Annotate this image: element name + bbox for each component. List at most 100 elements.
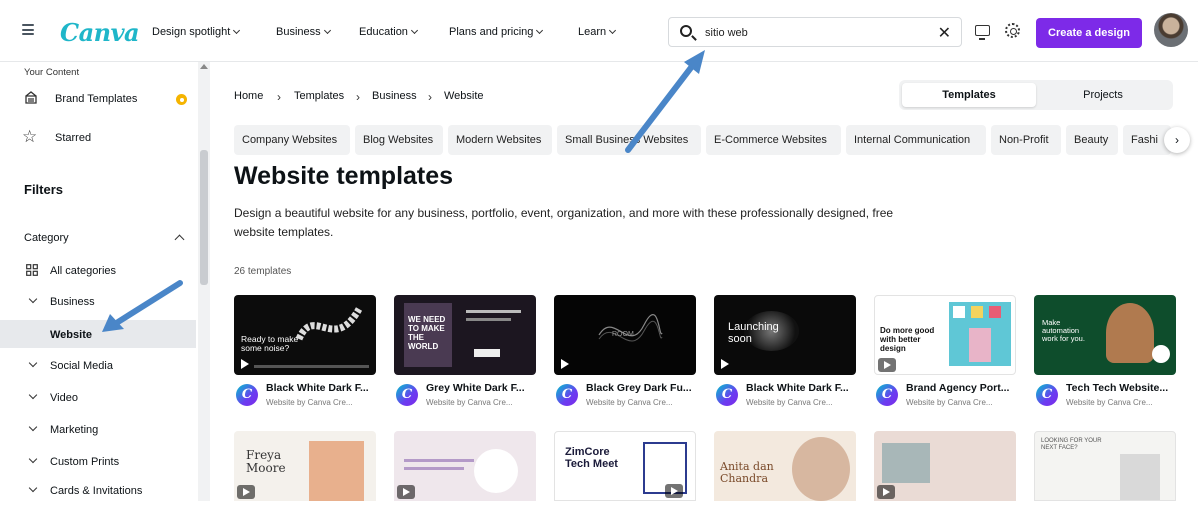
chip-non-profit[interactable]: Non-Profit: [991, 125, 1061, 155]
thumb-photo: [309, 441, 364, 501]
search-input[interactable]: [705, 24, 925, 42]
create-design-button[interactable]: Create a design: [1036, 18, 1142, 48]
card-subtitle-1[interactable]: Website by Canva Cre...: [266, 398, 353, 407]
video-label: Video: [50, 392, 78, 404]
chevron-down-icon: [28, 454, 38, 464]
sidebar-item-marketing[interactable]: Marketing: [0, 416, 196, 444]
chevron-up-icon: [174, 234, 185, 245]
card-title-4[interactable]: Black White Dark F...: [746, 382, 849, 394]
template-thumbnail-3[interactable]: ROOM: [554, 295, 696, 375]
monitor-icon[interactable]: [975, 25, 990, 40]
scroll-up-icon[interactable]: [200, 64, 208, 69]
card-subtitle-3[interactable]: Website by Canva Cre...: [586, 398, 673, 407]
thumb-circle: [474, 449, 518, 493]
play-icon[interactable]: [397, 485, 415, 499]
template-thumbnail-2[interactable]: WE NEED TO MAKE THE WORLD: [394, 295, 536, 375]
chevron-right-icon[interactable]: ›: [1164, 127, 1190, 153]
card-subtitle-2[interactable]: Website by Canva Cre...: [426, 398, 513, 407]
sidebar-item-brand-templates[interactable]: Brand Templates: [0, 86, 196, 114]
template-thumbnail-12[interactable]: LOOKING FOR YOUR NEXT FACE?: [1034, 431, 1176, 501]
card-subtitle-5[interactable]: Website by Canva Cre...: [906, 398, 993, 407]
template-thumbnail-10[interactable]: Anita dan Chandra: [714, 431, 856, 501]
chevron-down-icon: [28, 294, 38, 304]
sidebar-item-all-categories[interactable]: All categories: [0, 257, 196, 285]
nav-education[interactable]: Education: [359, 26, 418, 38]
nav-plans-and-pricing[interactable]: Plans and pricing: [449, 26, 544, 38]
brand-templates-icon: [25, 91, 37, 104]
tab-templates[interactable]: Templates: [902, 83, 1036, 107]
page-description: Design a beautiful website for any busin…: [234, 206, 894, 239]
card-title-2[interactable]: Grey White Dark F...: [426, 382, 525, 394]
thumb-photo: [882, 443, 930, 483]
card-title-3[interactable]: Black Grey Dark Fu...: [586, 382, 692, 394]
sidebar-item-social-media[interactable]: Social Media: [0, 352, 196, 380]
filters-heading: Filters: [24, 182, 64, 197]
template-count: 26 templates: [234, 266, 292, 277]
sidebar-item-video[interactable]: Video: [0, 384, 196, 412]
chevron-down-icon: [323, 26, 331, 35]
template-thumbnail-11[interactable]: [874, 431, 1016, 501]
play-icon[interactable]: [561, 359, 569, 369]
play-icon[interactable]: [721, 359, 729, 369]
sidebar-item-business[interactable]: Business: [0, 288, 196, 316]
breadcrumb-business[interactable]: Business: [372, 90, 417, 102]
business-label: Business: [50, 296, 95, 308]
hamburger-menu-icon[interactable]: [22, 24, 34, 35]
thumb-photo: [792, 437, 850, 501]
search-bar[interactable]: ✕: [668, 17, 962, 47]
avatar[interactable]: [1154, 13, 1188, 47]
sidebar-scrollbar-thumb[interactable]: [200, 150, 208, 285]
thumb-tile: [971, 306, 983, 318]
progress-bar: [254, 365, 369, 368]
chip-beauty[interactable]: Beauty: [1066, 125, 1118, 155]
play-icon[interactable]: [665, 484, 683, 498]
chevron-down-icon: [28, 483, 38, 493]
chevron-down-icon: [233, 26, 241, 35]
template-thumbnail-4[interactable]: Launching soon: [714, 295, 856, 375]
chevron-down-icon: [410, 26, 418, 35]
play-icon[interactable]: [878, 358, 896, 372]
canva-creator-icon: C: [556, 384, 578, 406]
card-title-6[interactable]: Tech Tech Website...: [1066, 382, 1168, 394]
chip-modern-websites[interactable]: Modern Websites: [448, 125, 552, 155]
thumb-button: [474, 349, 500, 357]
thumb-tile: [989, 306, 1001, 318]
sidebar-item-starred[interactable]: ☆ Starred: [0, 125, 196, 153]
card-title-1[interactable]: Black White Dark F...: [266, 382, 369, 394]
sidebar-item-website[interactable]: Website: [0, 320, 196, 348]
chip-blog-websites[interactable]: Blog Websites: [355, 125, 443, 155]
tab-projects[interactable]: Projects: [1036, 83, 1170, 107]
chip-small-business-websites[interactable]: Small Business Websites: [557, 125, 701, 155]
chevron-down-icon: [28, 422, 38, 432]
clear-search-icon[interactable]: ✕: [938, 23, 951, 43]
play-icon[interactable]: [241, 359, 249, 369]
chip-company-websites[interactable]: Company Websites: [234, 125, 350, 155]
sidebar-item-custom-prints[interactable]: Custom Prints: [0, 448, 196, 476]
canva-logo[interactable]: Canva: [60, 18, 140, 47]
star-icon: ☆: [22, 127, 38, 146]
card-title-5[interactable]: Brand Agency Port...: [906, 382, 1009, 394]
card-subtitle-6[interactable]: Website by Canva Cre...: [1066, 398, 1153, 407]
play-icon[interactable]: [877, 485, 895, 499]
view-toggle: Templates Projects: [899, 80, 1173, 110]
template-thumbnail-6[interactable]: Make automation work for you.: [1034, 295, 1176, 375]
breadcrumb-templates[interactable]: Templates: [294, 90, 344, 102]
breadcrumb-home[interactable]: Home: [234, 90, 263, 102]
template-thumbnail-1[interactable]: Ready to make some noise?: [234, 295, 376, 375]
nav-design-spotlight[interactable]: Design spotlight: [152, 26, 241, 38]
template-thumbnail-7[interactable]: Freya Moore: [234, 431, 376, 501]
template-thumbnail-5[interactable]: Do more good with better design: [874, 295, 1016, 375]
nav-business[interactable]: Business: [276, 26, 331, 38]
play-icon[interactable]: [237, 485, 255, 499]
category-toggle[interactable]: Category: [0, 224, 196, 252]
thumb-collage: [949, 302, 1011, 366]
template-thumbnail-9[interactable]: ZimCore Tech Meet: [554, 431, 696, 501]
chip-internal-communication[interactable]: Internal Communication: [846, 125, 986, 155]
nav-learn[interactable]: Learn: [578, 26, 617, 38]
card-subtitle-4[interactable]: Website by Canva Cre...: [746, 398, 833, 407]
gear-icon[interactable]: [1005, 23, 1020, 38]
template-thumbnail-8[interactable]: [394, 431, 536, 501]
chevron-down-icon: [609, 26, 617, 35]
chip-ecommerce-websites[interactable]: E-Commerce Websites: [706, 125, 841, 155]
sidebar-item-cards-invitations[interactable]: Cards & Invitations: [0, 479, 196, 507]
